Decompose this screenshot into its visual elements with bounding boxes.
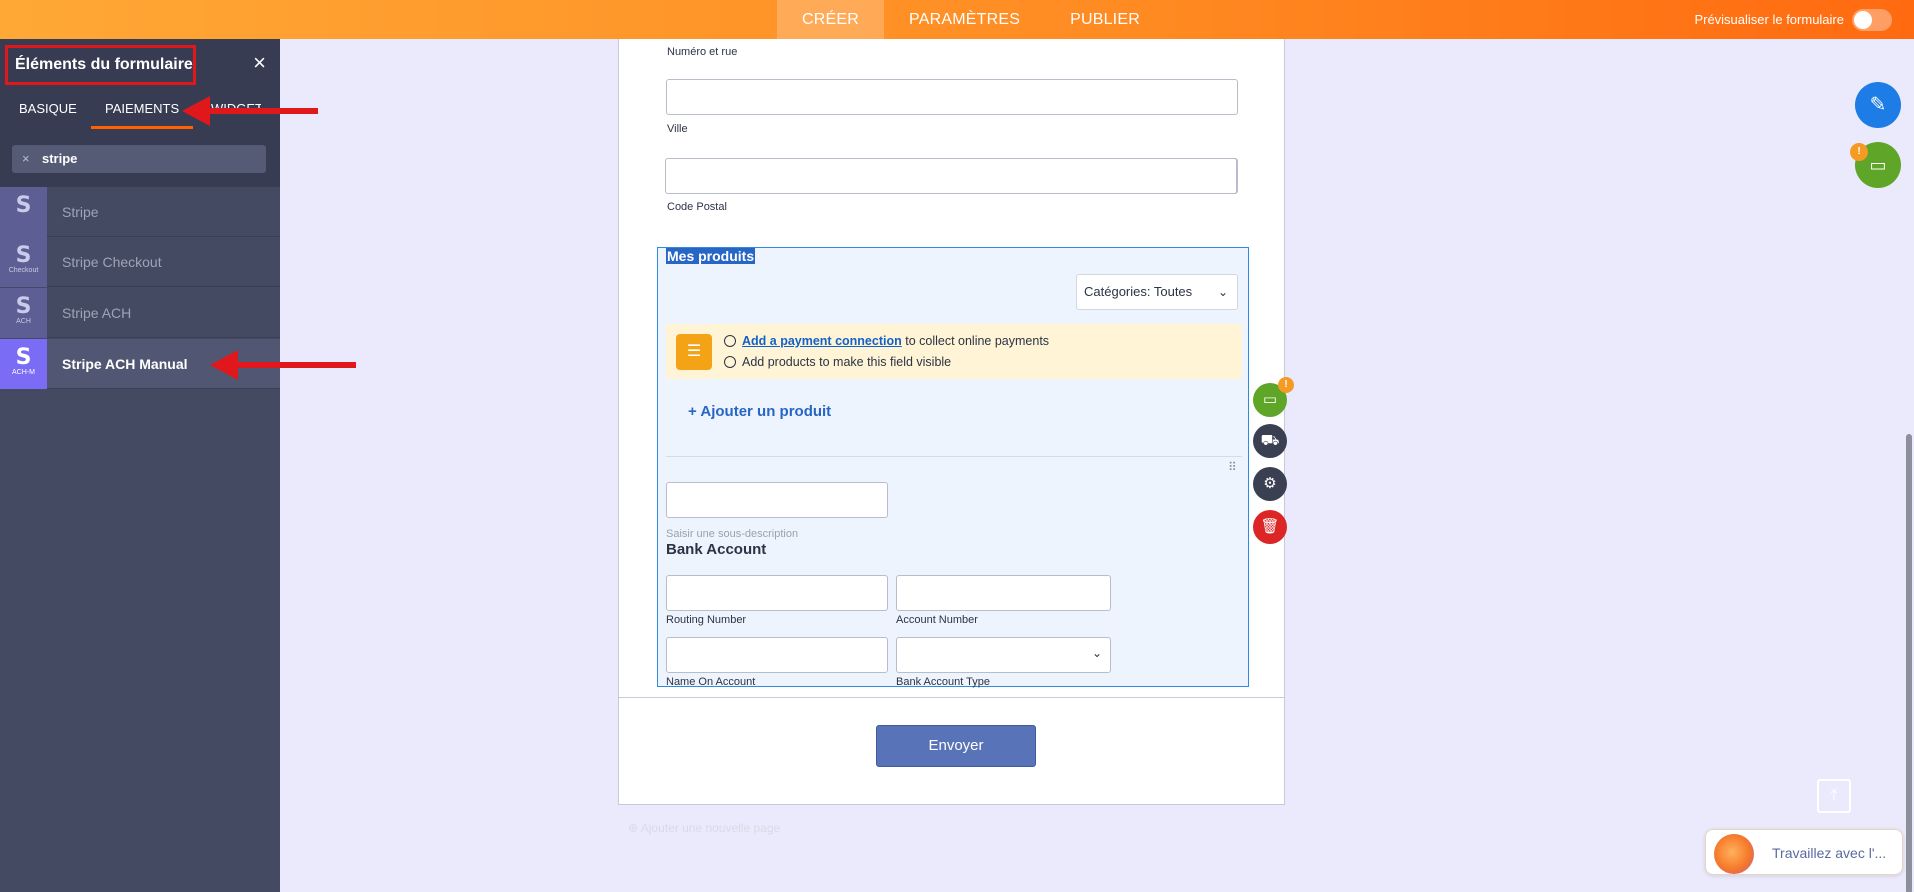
tab-creer[interactable]: CRÉER bbox=[777, 0, 885, 39]
trash-icon[interactable]: 🗑 bbox=[1253, 510, 1287, 544]
radio-icon bbox=[724, 335, 736, 347]
toggle-knob bbox=[1854, 10, 1872, 29]
notice-line-1: Add a payment connection to collect onli… bbox=[724, 334, 1049, 348]
name-on-account-input[interactable] bbox=[666, 637, 888, 673]
sidebar-item-stripe-ach[interactable]: S ACH Stripe ACH bbox=[0, 288, 280, 338]
sidebar-title: Éléments du formulaire bbox=[5, 45, 196, 85]
account-number-input[interactable] bbox=[896, 575, 1111, 611]
subdescription-placeholder[interactable]: Saisir une sous-description bbox=[666, 528, 798, 540]
chat-text: Travaillez avec l'... bbox=[1772, 845, 1887, 861]
chevron-down-icon: ⌄ bbox=[1217, 285, 1228, 299]
products-title[interactable]: Mes produits bbox=[666, 248, 756, 264]
add-page-label: Ajouter une nouvelle page bbox=[640, 821, 781, 835]
stripe-checkout-icon: S Checkout bbox=[0, 237, 47, 287]
top-bar: CRÉER PARAMÈTRES PUBLIER Prévisualiser l… bbox=[0, 0, 1914, 39]
sidebar-header: Éléments du formulaire × bbox=[0, 39, 280, 89]
sidebar-tab-paiements[interactable]: PAIEMENTS bbox=[91, 89, 194, 129]
preview-label: Prévisualiser le formulaire bbox=[1694, 12, 1844, 27]
assistant-avatar bbox=[1714, 834, 1754, 874]
chat-widget[interactable]: Travaillez avec l'... bbox=[1705, 829, 1903, 875]
payment-notice: ☰ Add a payment connection to collect on… bbox=[666, 324, 1242, 379]
clear-search-icon[interactable]: × bbox=[22, 145, 30, 173]
zip-input[interactable] bbox=[665, 158, 1237, 194]
category-select-value: Catégories: Toutes bbox=[1084, 284, 1193, 299]
sidebar-item-label: Stripe ACH bbox=[62, 305, 132, 321]
routing-number-label: Routing Number bbox=[666, 614, 747, 626]
annotation-arrow-paiements bbox=[182, 96, 318, 126]
preview-toggle[interactable] bbox=[1852, 8, 1892, 31]
search-input[interactable]: × stripe bbox=[12, 145, 266, 173]
city-label: Ville bbox=[667, 123, 688, 135]
products-field[interactable]: Mes produits Catégories: Toutes ⌄ ☰ Add … bbox=[657, 247, 1249, 688]
warning-badge-icon: ! bbox=[1850, 143, 1868, 161]
warning-badge-icon: ! bbox=[1278, 377, 1294, 393]
sidebar-search-area: × stripe bbox=[0, 129, 280, 187]
top-nav: CRÉER PARAMÈTRES PUBLIER bbox=[777, 0, 1165, 39]
annotation-arrow-ach-manual bbox=[210, 350, 356, 380]
notice-line-2: Add products to make this field visible bbox=[724, 355, 951, 369]
stripe-icon: S bbox=[0, 187, 47, 237]
sidebar-item-label: Stripe ACH Manual bbox=[62, 356, 188, 372]
scroll-top-icon[interactable]: ⤒ bbox=[1817, 779, 1851, 813]
bank-account-title: Bank Account bbox=[666, 541, 767, 558]
cart-icon[interactable]: ⛟ bbox=[1253, 424, 1287, 458]
form-canvas: Numéro et rue Ville Code Postal Mes prod… bbox=[618, 39, 1285, 805]
sidebar-item-stripe-checkout[interactable]: S Checkout Stripe Checkout bbox=[0, 237, 280, 287]
name-on-account-label: Name On Account bbox=[666, 676, 756, 688]
search-value: stripe bbox=[42, 151, 78, 166]
paint-roller-icon[interactable]: ✎ bbox=[1855, 82, 1901, 128]
preview-toggle-group: Prévisualiser le formulaire bbox=[1694, 0, 1892, 39]
stripe-ach-manual-icon: S ACH-M bbox=[0, 339, 47, 389]
radio-icon bbox=[724, 356, 736, 368]
notice-line-2-text: Add products to make this field visible bbox=[742, 355, 952, 369]
gear-icon[interactable]: ⚙ bbox=[1253, 467, 1287, 501]
add-page-button[interactable]: ⊕ Ajouter une nouvelle page bbox=[628, 821, 780, 835]
bank-account-type-select[interactable]: ⌄ bbox=[896, 637, 1111, 673]
chevron-down-icon: ⌄ bbox=[1091, 646, 1102, 660]
sidebar-item-label: Stripe bbox=[62, 204, 99, 220]
sidebar-item-stripe[interactable]: S Stripe bbox=[0, 187, 280, 237]
category-select[interactable]: Catégories: Toutes ⌄ bbox=[1076, 274, 1238, 310]
street-label: Numéro et rue bbox=[667, 46, 738, 58]
sidebar-item-label: Stripe Checkout bbox=[62, 254, 162, 270]
product-input[interactable] bbox=[666, 482, 888, 518]
sidebar-tab-basique[interactable]: BASIQUE bbox=[19, 89, 77, 129]
stripe-ach-icon: S ACH bbox=[0, 288, 47, 338]
form-elements-sidebar: Éléments du formulaire × BASIQUE PAIEMEN… bbox=[0, 39, 280, 892]
drag-handle-icon[interactable]: ⠿ bbox=[1228, 460, 1237, 474]
close-icon[interactable]: × bbox=[253, 51, 266, 75]
scrollbar[interactable] bbox=[1904, 39, 1914, 892]
form-divider bbox=[619, 697, 1284, 698]
add-product-button[interactable]: + Ajouter un produit bbox=[688, 403, 831, 420]
checklist-icon: ☰ bbox=[676, 334, 712, 370]
tab-parametres[interactable]: PARAMÈTRES bbox=[884, 0, 1045, 39]
notice-line-1-text: to collect online payments bbox=[901, 334, 1050, 348]
scrollbar-thumb[interactable] bbox=[1906, 434, 1912, 892]
routing-number-input[interactable] bbox=[666, 575, 888, 611]
bank-account-type-label: Bank Account Type bbox=[896, 676, 990, 688]
zip-label: Code Postal bbox=[667, 201, 727, 213]
tab-publier[interactable]: PUBLIER bbox=[1045, 0, 1165, 39]
street-input[interactable] bbox=[666, 79, 1238, 115]
submit-button[interactable]: Envoyer bbox=[876, 725, 1036, 767]
divider bbox=[666, 456, 1242, 457]
account-number-label: Account Number bbox=[896, 614, 978, 626]
add-payment-connection-link[interactable]: Add a payment connection bbox=[742, 334, 902, 348]
